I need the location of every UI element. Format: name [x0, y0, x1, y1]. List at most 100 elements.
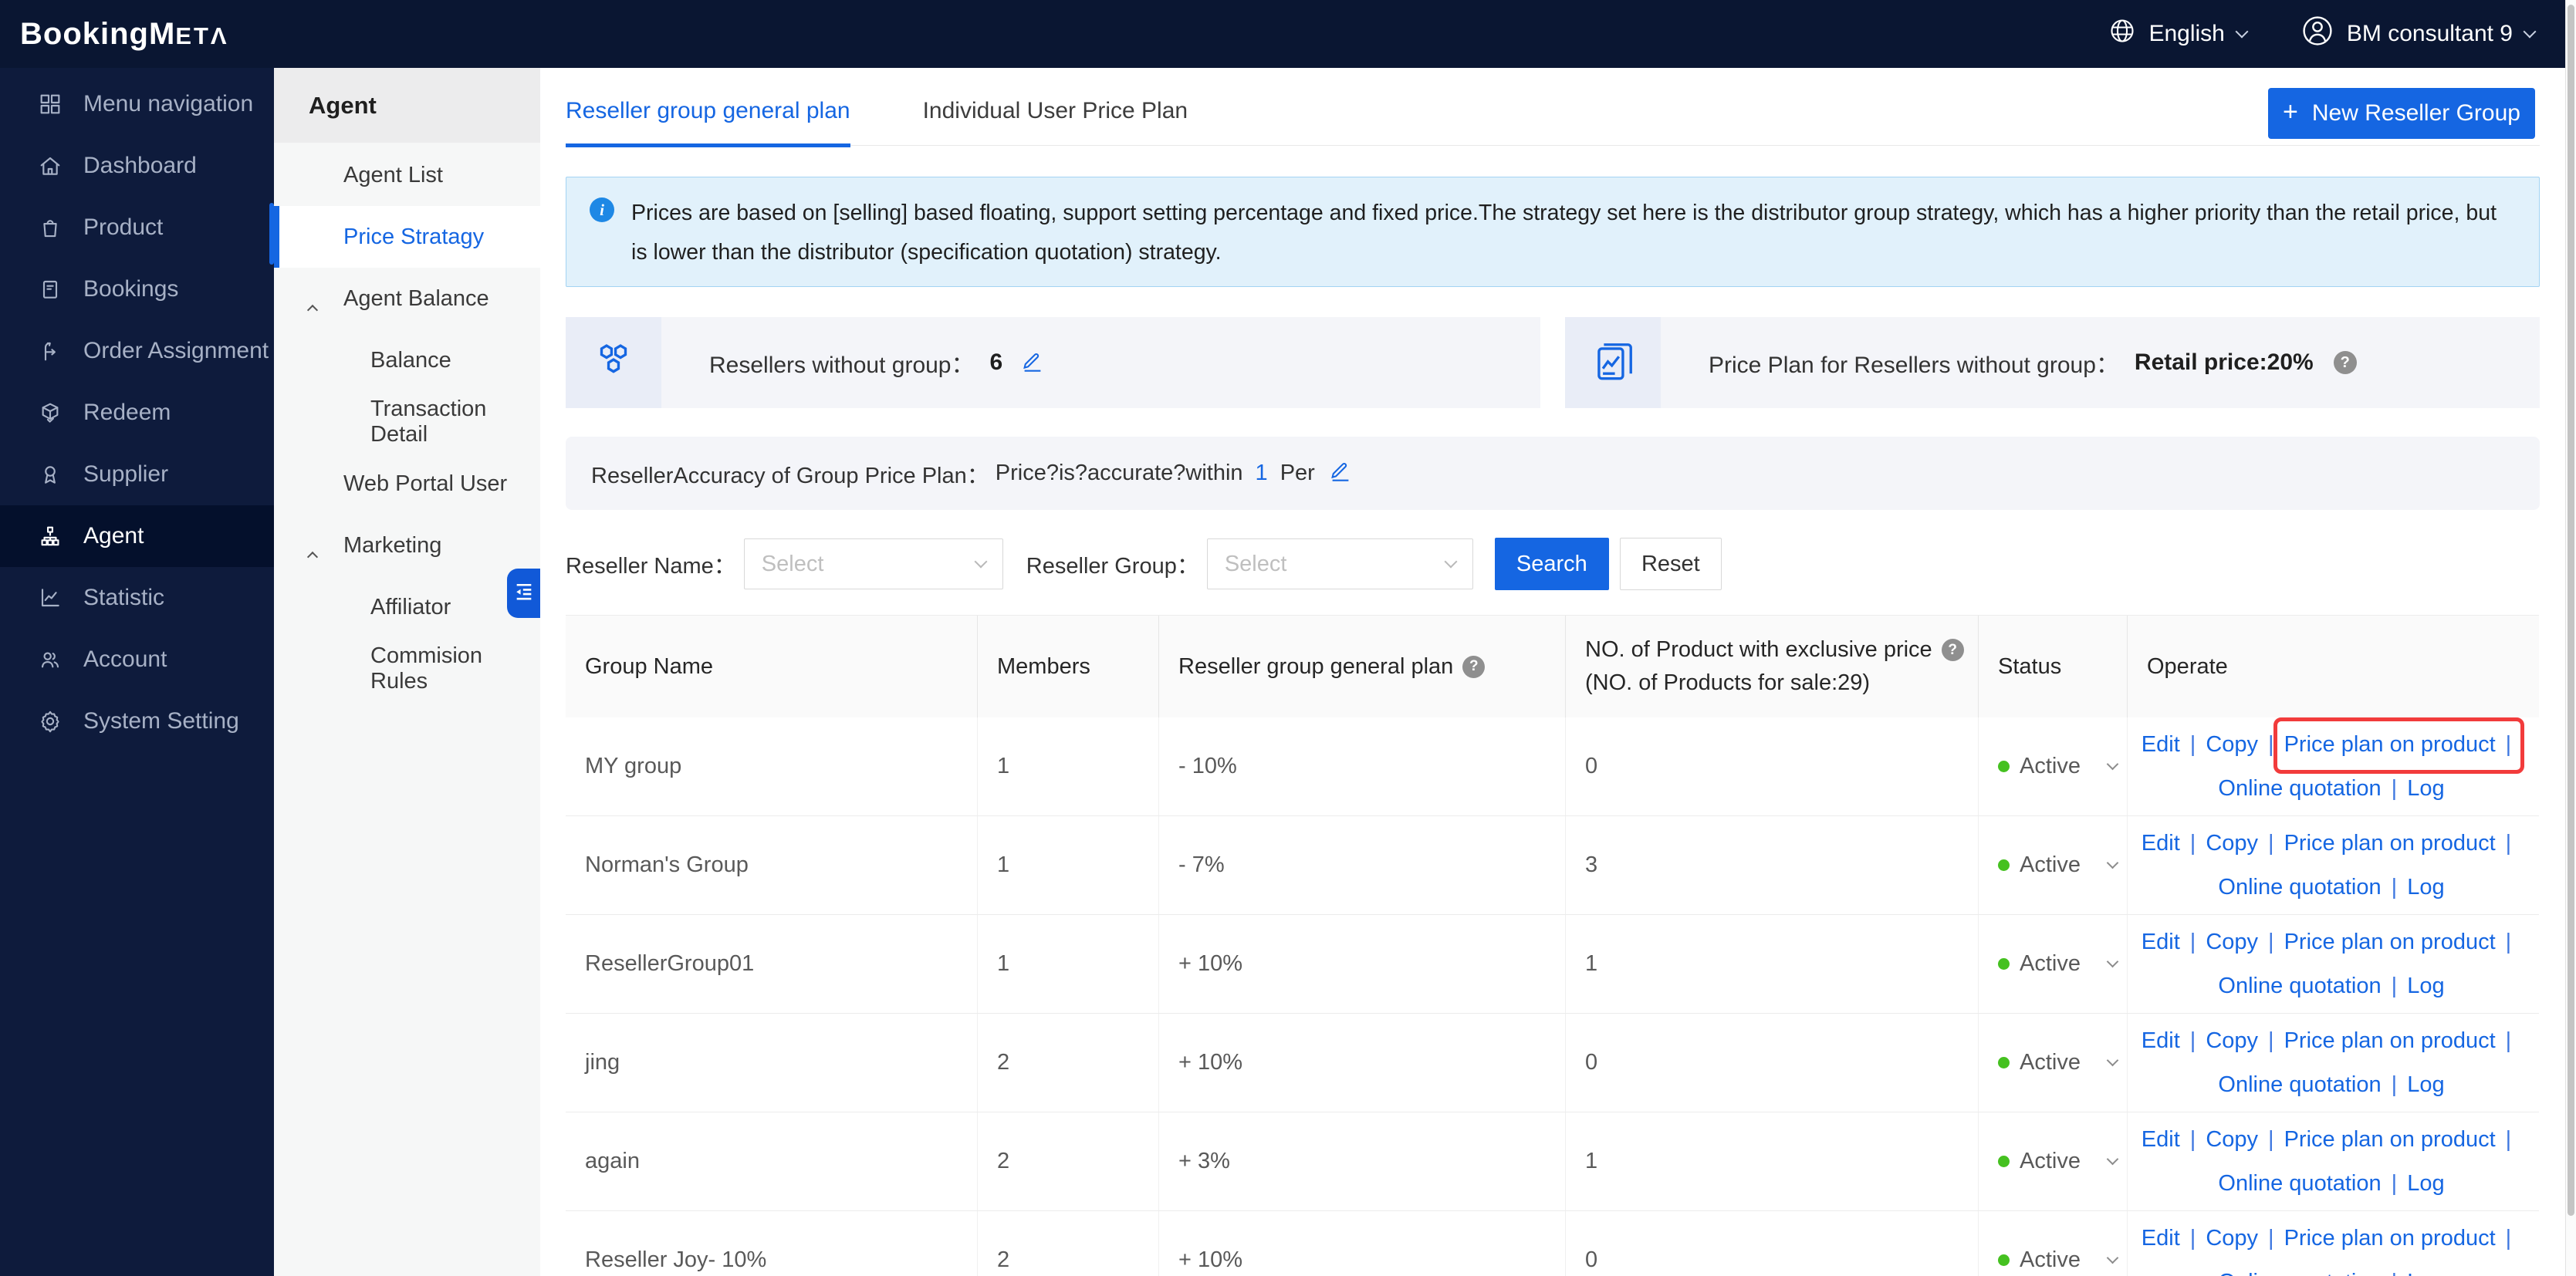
reset-button[interactable]: Reset: [1620, 538, 1722, 590]
status-select[interactable]: Active: [1979, 1014, 2128, 1112]
cell-value: - 7%: [1178, 852, 1225, 878]
sidebar-item-dashboard[interactable]: Dashboard: [0, 135, 274, 197]
subsidebar-item-commision-rules[interactable]: Commision Rules: [274, 638, 540, 700]
tab-reseller-group-general-plan[interactable]: Reseller group general plan: [566, 98, 850, 145]
sidebar-item-order-assignment[interactable]: Order Assignment: [0, 320, 274, 382]
pencil-icon[interactable]: [1329, 459, 1352, 488]
copy-link[interactable]: Copy: [2206, 1028, 2258, 1053]
column-header-status: Status: [1979, 616, 2128, 717]
column-header-label: Status: [1998, 654, 2061, 680]
online-quotation-link[interactable]: Online quotation: [2218, 1270, 2381, 1276]
question-icon[interactable]: ?: [1942, 639, 1964, 661]
log-link[interactable]: Log: [2407, 776, 2444, 801]
sidebar-item-supplier[interactable]: Supplier: [0, 444, 274, 505]
question-icon[interactable]: ?: [1462, 656, 1485, 678]
log-link[interactable]: Log: [2407, 875, 2444, 900]
log-link[interactable]: Log: [2407, 1072, 2444, 1097]
online-quotation-link[interactable]: Online quotation: [2218, 1171, 2381, 1196]
members-cell: 1: [978, 915, 1159, 1013]
log-link[interactable]: Log: [2407, 974, 2444, 998]
price-plan-on-product-link[interactable]: Price plan on product: [2284, 1226, 2496, 1251]
subsidebar-item-label: Commision Rules: [370, 643, 540, 694]
new-reseller-group-button[interactable]: + New Reseller Group: [2268, 88, 2535, 139]
price-plan-on-product-link[interactable]: Price plan on product: [2284, 732, 2496, 757]
column-header-no-of-product-with-exclusive-price: NO. of Product with exclusive price?(NO.…: [1566, 616, 1979, 717]
price-plan-on-product-link[interactable]: Price plan on product: [2284, 1127, 2496, 1152]
subsidebar-item-label: Agent Balance: [343, 286, 489, 312]
online-quotation-link[interactable]: Online quotation: [2218, 875, 2381, 900]
sidebar-item-label: Account: [83, 646, 167, 673]
subsidebar-item-agent-balance[interactable]: Agent Balance: [274, 268, 540, 329]
price-plan-on-product-link[interactable]: Price plan on product: [2284, 831, 2496, 856]
copy-link[interactable]: Copy: [2206, 831, 2258, 856]
medal-icon: [37, 461, 63, 488]
sidebar-item-label: Statistic: [83, 585, 164, 611]
sidebar-item-menu-navigation[interactable]: Menu navigation: [0, 73, 274, 135]
info-icon: i: [590, 197, 614, 222]
sidebar-item-product[interactable]: Product: [0, 197, 274, 258]
table-row: jing2+ 10%0ActiveEdit|Copy|Price plan on…: [566, 1014, 2539, 1112]
log-link[interactable]: Log: [2407, 1270, 2444, 1276]
accuracy-text: Price?is?accurate?within: [996, 461, 1243, 486]
status-select[interactable]: Active: [1979, 915, 2128, 1013]
sidebar-item-agent[interactable]: Agent: [0, 505, 274, 567]
page-scrollbar-thumb[interactable]: [2568, 5, 2574, 1216]
tab-individual-user-price-plan[interactable]: Individual User Price Plan: [923, 98, 1188, 145]
column-header-label: Group Name: [585, 654, 713, 680]
sidebar-item-statistic[interactable]: Statistic: [0, 567, 274, 629]
status-dot: [1998, 761, 2010, 772]
edit-link[interactable]: Edit: [2142, 1226, 2180, 1251]
copy-link[interactable]: Copy: [2206, 1226, 2258, 1251]
edit-link[interactable]: Edit: [2142, 831, 2180, 856]
reseller-group-table: Group NameMembersReseller group general …: [566, 615, 2539, 1276]
status-select[interactable]: Active: [1979, 1211, 2128, 1276]
annotation-highlight-box: Price plan on product |: [2284, 729, 2522, 760]
status-select[interactable]: Active: [1979, 1112, 2128, 1210]
subsidebar-item-web-portal-user[interactable]: Web Portal User: [274, 453, 540, 515]
column-header-label-row: Members: [997, 654, 1158, 680]
language-menu[interactable]: English: [2108, 17, 2246, 51]
sidebar-item-account[interactable]: Account: [0, 629, 274, 690]
online-quotation-link[interactable]: Online quotation: [2218, 974, 2381, 998]
status-dot: [1998, 1156, 2010, 1167]
log-link[interactable]: Log: [2407, 1171, 2444, 1196]
copy-link[interactable]: Copy: [2206, 732, 2258, 757]
subsidebar-item-transaction-detail[interactable]: Transaction Detail: [274, 391, 540, 453]
status-select[interactable]: Active: [1979, 816, 2128, 914]
group-name-cell: MY group: [566, 717, 978, 815]
subsidebar-item-marketing[interactable]: Marketing: [274, 515, 540, 576]
price-plan-on-product-link[interactable]: Price plan on product: [2284, 930, 2496, 954]
online-quotation-link[interactable]: Online quotation: [2218, 776, 2381, 801]
search-button[interactable]: Search: [1495, 538, 1609, 590]
accuracy-label: ResellerAccuracy of Group Price Plan：: [591, 457, 989, 490]
sidebar-item-bookings[interactable]: Bookings: [0, 258, 274, 320]
price-plan-on-product-link[interactable]: Price plan on product: [2284, 1028, 2496, 1053]
edit-link[interactable]: Edit: [2142, 732, 2180, 757]
sidebar-item-label: Agent: [83, 523, 144, 549]
subsidebar-item-balance[interactable]: Balance: [274, 329, 540, 391]
sidebar-collapse-button[interactable]: [507, 569, 540, 618]
edit-link[interactable]: Edit: [2142, 1028, 2180, 1053]
question-icon[interactable]: ?: [2334, 351, 2357, 374]
sidebar-item-system-setting[interactable]: System Setting: [0, 690, 274, 752]
sidebar-item-redeem[interactable]: Redeem: [0, 382, 274, 444]
pencil-icon[interactable]: [1021, 349, 1044, 376]
online-quotation-link[interactable]: Online quotation: [2218, 1072, 2381, 1097]
user-menu[interactable]: BM consultant 9: [2300, 14, 2534, 54]
avatar-icon: [2300, 14, 2334, 54]
subsidebar-item-agent-list[interactable]: Agent List: [274, 144, 540, 206]
edit-link[interactable]: Edit: [2142, 930, 2180, 954]
copy-link[interactable]: Copy: [2206, 930, 2258, 954]
info-banner-text: Prices are based on [selling] based floa…: [631, 194, 2517, 272]
edit-link[interactable]: Edit: [2142, 1127, 2180, 1152]
reseller-name-select[interactable]: Select: [744, 538, 1003, 589]
reseller-group-select[interactable]: Select: [1207, 538, 1473, 589]
status-select[interactable]: Active: [1979, 717, 2128, 815]
separator: |: [2506, 732, 2512, 757]
subsidebar-item-price-stratagy[interactable]: Price Stratagy: [274, 206, 540, 268]
operate-cell: Edit|Copy|Price plan on product|Online q…: [2128, 915, 2538, 1013]
column-header-label: NO. of Product with exclusive price: [1585, 637, 1932, 663]
subsidebar-item-affiliator[interactable]: Affiliator: [274, 576, 540, 638]
copy-link[interactable]: Copy: [2206, 1127, 2258, 1152]
cell-value: again: [585, 1149, 640, 1174]
